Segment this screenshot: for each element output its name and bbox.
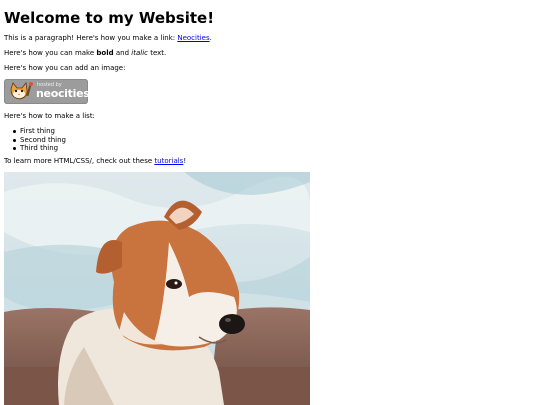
learn-more-text: To learn more HTML/CSS/, check out these <box>4 157 155 165</box>
intro-paragraph: This is a paragraph! Here's how you make… <box>4 34 212 43</box>
intro-text: This is a paragraph! Here's how you make… <box>4 34 178 42</box>
italic-text: italic <box>131 49 148 57</box>
learn-more-paragraph: To learn more HTML/CSS/, check out these… <box>4 157 186 166</box>
corgi-painting-svg <box>4 172 310 405</box>
formatting-paragraph: Here's how you can make bold and italic … <box>4 49 166 58</box>
list-item: First thing <box>12 127 66 136</box>
page-title: Welcome to my Website! <box>4 9 215 27</box>
tutorials-link[interactable]: tutorials <box>154 157 183 165</box>
list-intro-paragraph: Here's how to make a list: <box>4 112 95 120</box>
formatting-and: and <box>113 49 132 57</box>
badge-big-text: neocities <box>36 87 88 100</box>
list-item: Third thing <box>12 144 66 153</box>
formatting-end: text. <box>147 49 167 57</box>
image-intro-paragraph: Here's how you can add an image: <box>4 64 126 72</box>
example-list: First thing Second thing Third thing <box>12 127 66 153</box>
corgi-painting-image <box>4 172 310 405</box>
list-item: Second thing <box>12 136 66 145</box>
neocities-cat-logo-icon <box>6 80 36 103</box>
learn-more-end: ! <box>183 157 187 165</box>
bold-text: bold <box>96 49 114 57</box>
neocities-link[interactable]: Neocities <box>177 34 209 42</box>
intro-period: . <box>209 34 212 42</box>
hosted-by-neocities-badge[interactable]: hosted by neocities <box>4 79 88 104</box>
formatting-text: Here's how you can make <box>4 49 97 57</box>
